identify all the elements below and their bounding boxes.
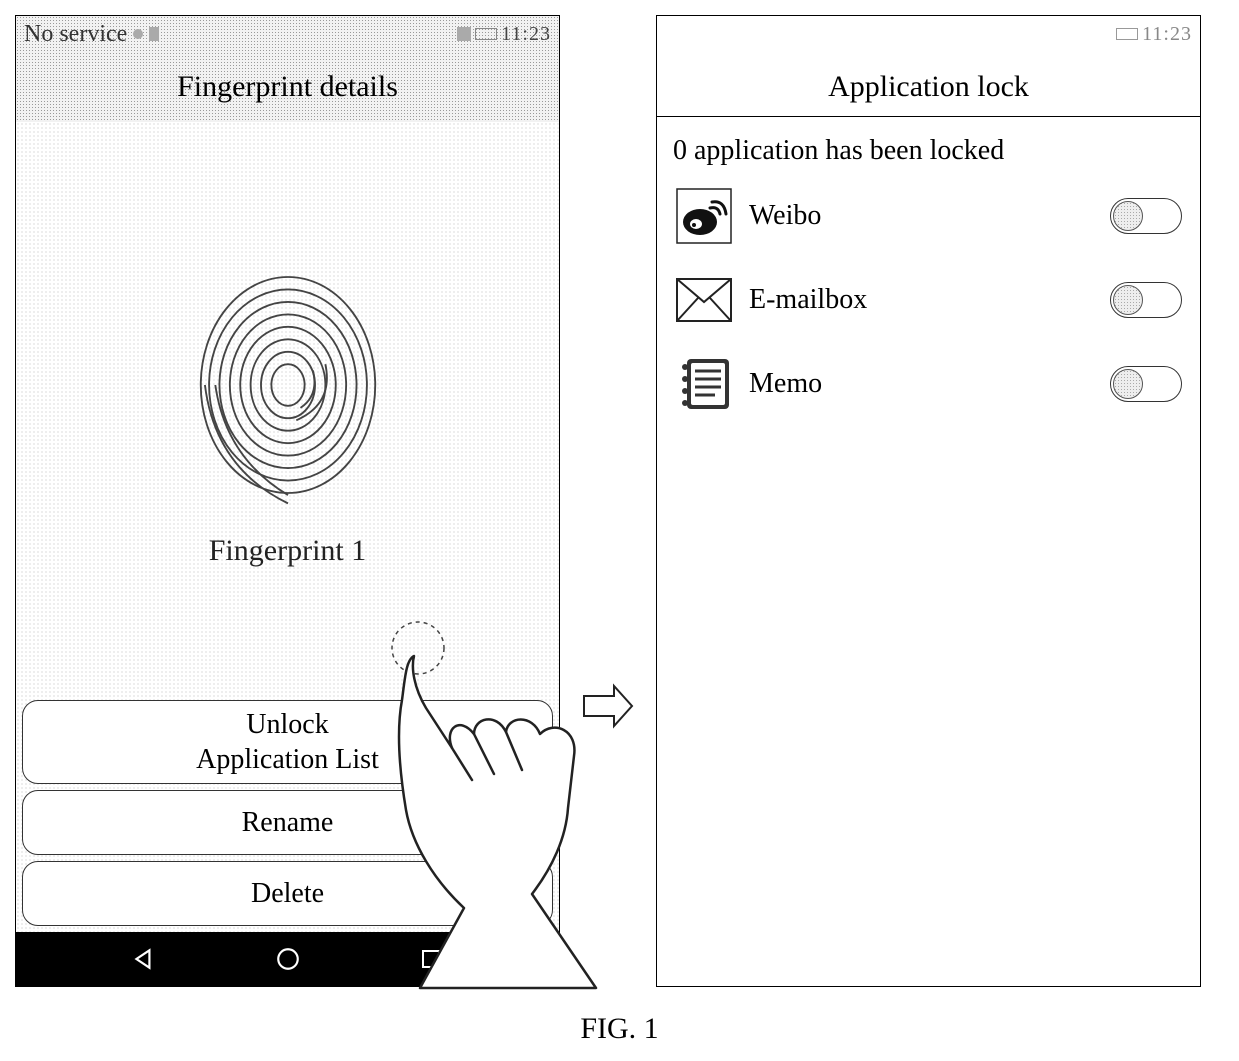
weibo-icon: [675, 187, 733, 245]
status-bar: 11:23: [657, 16, 1200, 52]
signal-icon: [133, 29, 143, 39]
app-lock-toggle[interactable]: [1110, 366, 1182, 402]
toggle-knob: [1113, 285, 1143, 315]
android-navbar: [16, 932, 559, 986]
fingerprint-name-label: Fingerprint 1: [209, 534, 367, 568]
arrow-right-icon: [580, 678, 636, 734]
fingerprint-icon: [183, 250, 393, 520]
unlock-line2: Application List: [23, 742, 552, 777]
sim-icon: [149, 27, 159, 41]
toggle-knob: [1113, 369, 1143, 399]
phone-left: No service 11:23 Fingerprint details: [15, 15, 560, 987]
unlock-app-list-button[interactable]: Unlock Application List: [22, 700, 553, 784]
toggle-knob: [1113, 201, 1143, 231]
status-bar: No service 11:23: [16, 16, 559, 52]
main-content: Fingerprint 1 Unlock Application List Re…: [16, 122, 559, 932]
app-row-weibo: Weibo: [665, 187, 1192, 245]
app-name-label: E-mailbox: [749, 284, 1094, 316]
mail-icon: [675, 271, 733, 329]
clock-text: 11:23: [501, 23, 551, 46]
app-row-email: E-mailbox: [665, 271, 1192, 329]
battery-icon: [1116, 28, 1138, 40]
delete-button[interactable]: Delete: [22, 861, 553, 926]
app-lock-toggle[interactable]: [1110, 282, 1182, 318]
phone-right: 11:23 Application lock 0 application has…: [656, 15, 1201, 987]
figure-caption: FIG. 1: [580, 1012, 658, 1046]
recent-icon[interactable]: [416, 944, 446, 974]
rename-button[interactable]: Rename: [22, 790, 553, 855]
app-row-memo: Memo: [665, 355, 1192, 413]
battery-icon: [475, 28, 497, 40]
page-title: Fingerprint details: [16, 52, 559, 122]
memo-icon: [675, 355, 733, 413]
locked-count-label: 0 application has been locked: [657, 117, 1200, 177]
app-lock-toggle[interactable]: [1110, 198, 1182, 234]
page-title: Application lock: [657, 52, 1200, 117]
app-list: Weibo E-mailbox: [657, 177, 1200, 423]
back-icon[interactable]: [129, 944, 159, 974]
app-name-label: Weibo: [749, 200, 1094, 232]
button-stack: Unlock Application List Rename Delete: [16, 696, 559, 932]
unlock-line1: Unlock: [23, 707, 552, 742]
home-icon[interactable]: [273, 944, 303, 974]
clock-text: 11:23: [1142, 23, 1192, 46]
network-status: No service: [24, 21, 127, 48]
alarm-icon: [457, 27, 471, 41]
app-name-label: Memo: [749, 368, 1094, 400]
